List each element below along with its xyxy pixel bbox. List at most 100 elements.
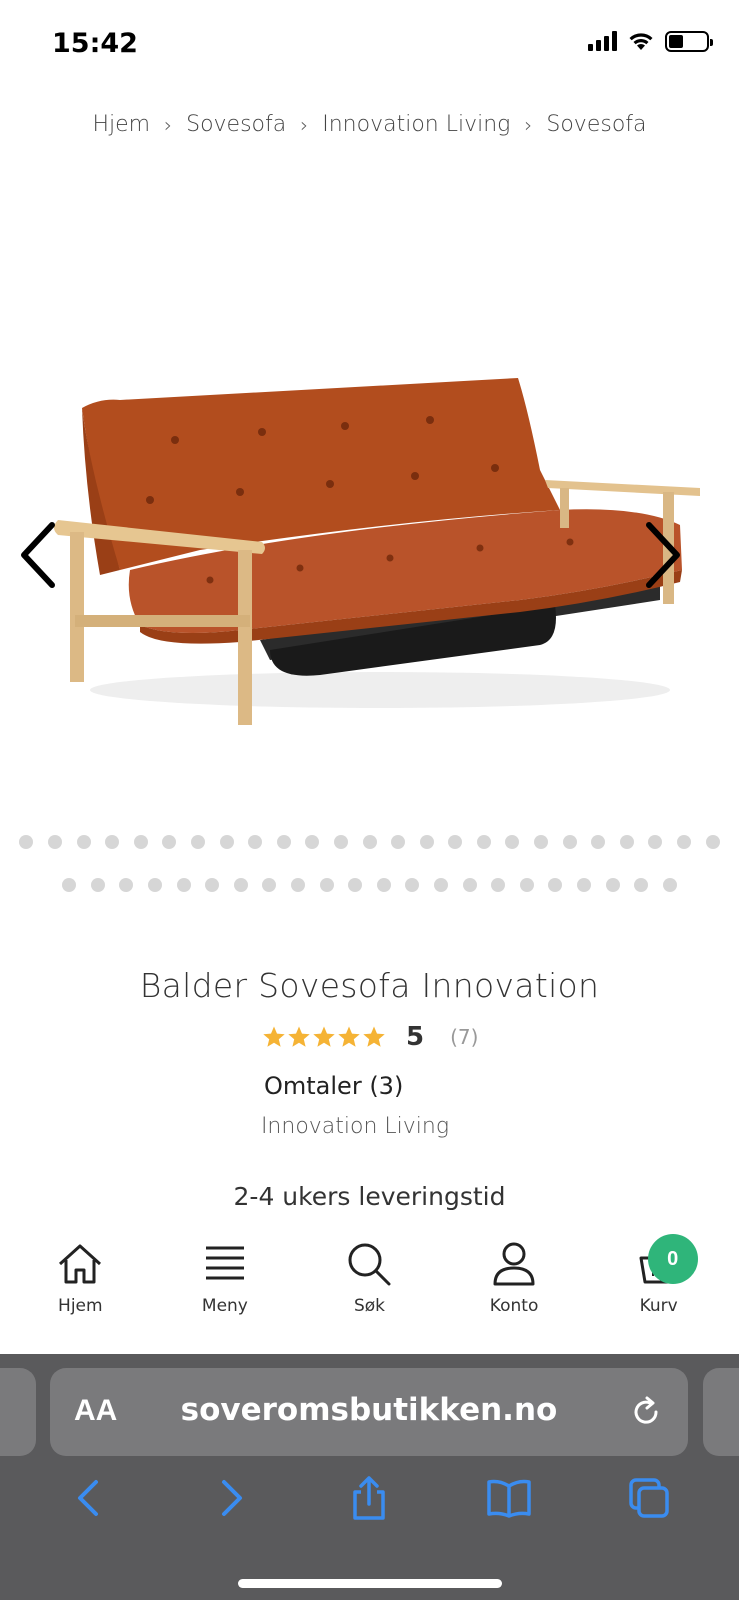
gallery-dot[interactable] [62,878,77,892]
gallery-dot[interactable] [519,878,534,892]
gallery-dot[interactable] [90,878,105,892]
gallery-dot[interactable] [19,835,34,849]
gallery-dot[interactable] [405,878,420,892]
brand-name[interactable]: Innovation Living [0,1114,710,1139]
gallery-dot[interactable] [634,878,649,892]
gallery-dot[interactable] [576,878,591,892]
nav-search-label: Søk [353,1296,385,1316]
breadcrumb-home[interactable]: Hjem [92,112,150,137]
nav-cart-label: Kurv [639,1296,678,1316]
gallery-dot[interactable] [219,835,234,849]
gallery-dot[interactable] [205,878,220,892]
gallery-dot[interactable] [319,878,334,892]
url-text: soveromsbutikken.no [180,1392,558,1428]
gallery-dot[interactable] [262,878,277,892]
browser-tools [0,1474,739,1522]
nav-account-label: Konto [489,1296,539,1316]
back-icon[interactable] [66,1474,114,1522]
gallery-pagination-row-2 [0,878,739,892]
nav-cart[interactable]: 0 Kurv [594,1234,724,1348]
gallery-dot[interactable] [190,835,205,849]
nav-home-label: Hjem [58,1296,103,1316]
gallery-dot[interactable] [76,835,91,849]
gallery-dot[interactable] [505,835,520,849]
gallery-dot[interactable] [476,835,491,849]
gallery-dot[interactable] [534,835,549,849]
gallery-dot[interactable] [162,835,177,849]
gallery-dot[interactable] [248,835,263,849]
gallery-dot[interactable] [548,878,563,892]
gallery-dot[interactable] [448,835,463,849]
gallery-dot[interactable] [677,835,692,849]
gallery-dot[interactable] [391,835,406,849]
gallery-dot[interactable] [419,835,434,849]
status-bar: 15:42 [0,0,739,90]
breadcrumb-innovation-living[interactable]: Innovation Living [322,112,510,137]
gallery-dot[interactable] [119,878,134,892]
gallery-dot[interactable] [662,878,677,892]
product-title: Balder Sovesofa Innovation [139,966,600,1005]
gallery-dot[interactable] [362,835,377,849]
gallery-dot[interactable] [605,878,620,892]
gallery-dot[interactable] [591,835,606,849]
chevron-right-icon: › [300,112,309,137]
gallery-dot[interactable] [462,878,477,892]
gallery-dot[interactable] [619,835,634,849]
gallery-dot[interactable] [648,835,663,849]
product-gallery[interactable] [0,170,739,810]
breadcrumb-sovesofa[interactable]: Sovesofa [186,112,286,137]
bookmarks-icon[interactable] [485,1474,533,1522]
star-icon [313,1026,335,1047]
previous-tab-preview[interactable] [0,1368,36,1456]
product-rating: 5 (7) [262,1022,478,1052]
next-image-arrow[interactable] [637,515,687,595]
gallery-dot[interactable] [376,878,391,892]
rating-count: (7) [450,1025,479,1049]
gallery-dot[interactable] [133,835,148,849]
reload-icon[interactable] [626,1392,666,1432]
address-bar[interactable]: AA soveromsbutikken.no [50,1368,688,1456]
gallery-dot[interactable] [433,878,448,892]
share-icon[interactable] [345,1474,393,1522]
wifi-icon [629,33,653,50]
rating-stars [262,1025,386,1049]
gallery-dot[interactable] [233,878,248,892]
nav-account[interactable]: Konto [449,1238,579,1348]
forward-icon[interactable] [206,1474,254,1522]
next-tab-preview[interactable] [703,1368,739,1456]
breadcrumb-current[interactable]: Sovesofa [546,112,646,137]
previous-image-arrow[interactable] [14,515,64,595]
gallery-dot[interactable] [562,835,577,849]
home-indicator [238,1579,502,1588]
reviews-link[interactable]: Omtaler (3) [264,1072,403,1100]
cellular-signal-icon [588,31,617,51]
gallery-dot[interactable] [47,835,62,849]
chevron-right-icon: › [524,112,533,137]
browser-toolbar: AA soveromsbutikken.no [0,1354,739,1600]
gallery-dot[interactable] [333,835,348,849]
nav-menu[interactable]: Meny [160,1238,290,1348]
nav-search[interactable]: Søk [304,1238,434,1348]
gallery-dot[interactable] [491,878,506,892]
tabs-icon[interactable] [625,1474,673,1522]
chevron-right-icon: › [164,112,173,137]
gallery-dot[interactable] [148,878,163,892]
gallery-dot[interactable] [105,835,120,849]
gallery-dot[interactable] [305,835,320,849]
nav-home[interactable]: Hjem [15,1238,145,1348]
gallery-dot[interactable] [705,835,720,849]
star-icon [338,1026,360,1047]
gallery-dot[interactable] [276,835,291,849]
menu-icon [205,1246,244,1280]
status-time: 15:42 [52,28,138,59]
home-icon [59,1244,102,1284]
status-icons [588,30,713,52]
gallery-dot[interactable] [176,878,191,892]
star-icon [363,1026,385,1047]
gallery-dot[interactable] [291,878,306,892]
gallery-dot[interactable] [348,878,363,892]
gallery-pagination-row-1 [0,835,739,849]
battery-icon [665,30,713,52]
delivery-time: 2-4 ukers leveringstid [233,1182,506,1211]
star-icon [288,1026,310,1047]
